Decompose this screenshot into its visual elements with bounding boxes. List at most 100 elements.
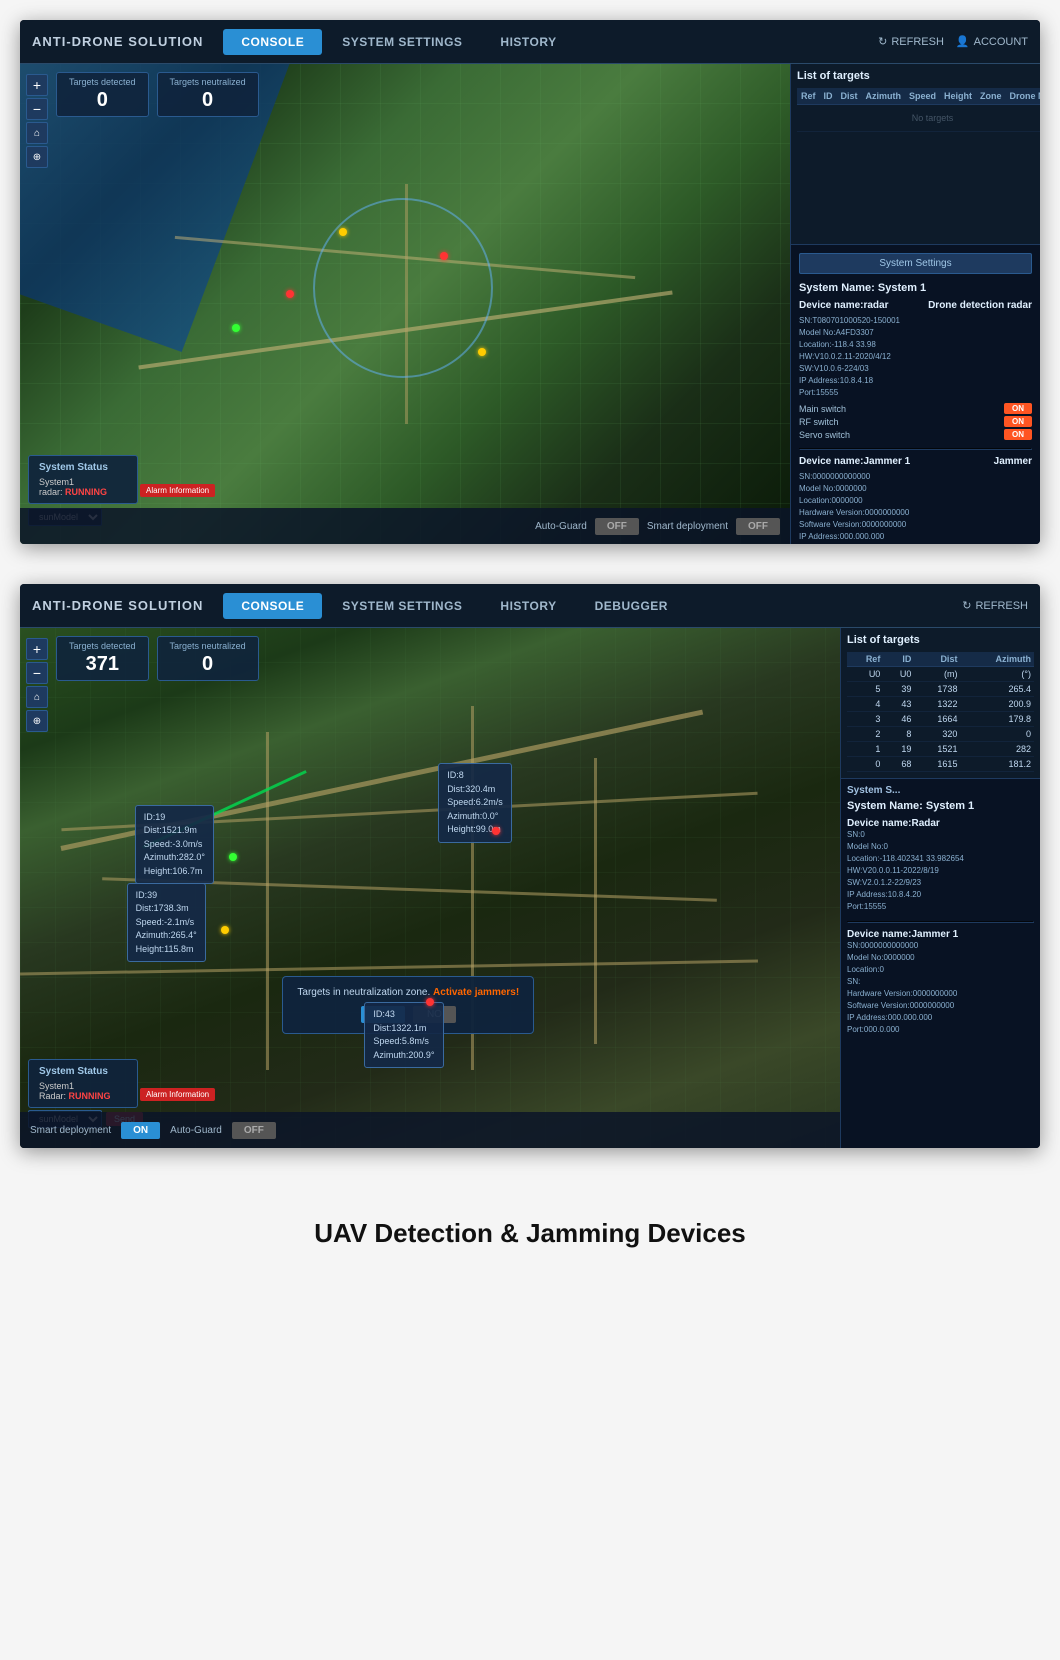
targets-detected-value-1: 0 xyxy=(97,89,108,111)
refresh-button-1[interactable]: ↻ REFRESH xyxy=(878,35,944,48)
targets-detected-box-1: Targets detected 0 xyxy=(56,72,149,117)
table-row: 283200 xyxy=(847,727,1034,742)
refresh-button-2[interactable]: ↻ REFRESH xyxy=(962,599,1028,612)
map-bottom-bar-1: Auto-Guard OFF Smart deployment OFF xyxy=(20,508,790,544)
map-compass-button-1[interactable]: ⊕ xyxy=(26,146,48,168)
table-row: 3461664179.8 xyxy=(847,712,1034,727)
tab-system-settings-1[interactable]: SYSTEM SETTINGS xyxy=(324,29,480,55)
smart-deployment-toggle-2[interactable]: ON xyxy=(121,1122,160,1139)
map-marker-green-1 xyxy=(232,324,240,332)
drone-marker-2 xyxy=(492,827,500,835)
tab-console-1[interactable]: CONSOLE xyxy=(223,29,322,55)
drone-dist-1: Dist:1521.9m xyxy=(144,824,205,838)
col-height-1: Height xyxy=(940,88,976,105)
drone-azimuth-1: Azimuth:282.0° xyxy=(144,851,205,865)
device-section-1a: Device name:radar Drone detection radar … xyxy=(799,300,1032,440)
zoom-in-button-1[interactable]: + xyxy=(26,74,48,96)
col-speed-1: Speed xyxy=(905,88,940,105)
radar-running-2: RUNNING xyxy=(69,1091,111,1101)
switch-label-1a-1: Main switch xyxy=(799,404,846,414)
map-road-2d xyxy=(266,732,269,1070)
refresh-icon-1: ↻ xyxy=(878,35,887,48)
device-info-1a: SN:T080701000520-150001 Model No:A4FD330… xyxy=(799,315,1032,399)
alarm-info-button-2[interactable]: Alarm Information xyxy=(140,1088,215,1101)
settings-panel-1: System Settings System Name: System 1 De… xyxy=(791,244,1040,544)
right-panel-2: List of targets Ref ID Dist Azimuth U0U0… xyxy=(840,628,1040,1148)
tab-history-2[interactable]: HISTORY xyxy=(482,593,574,619)
targets-detected-label-2: Targets detected xyxy=(69,641,136,651)
auto-guard-toggle-1[interactable]: OFF xyxy=(595,518,639,535)
zoom-out-button-1[interactable]: − xyxy=(26,98,48,120)
map-area-1: + − ⌂ ⊕ Targets detected 0 Targets neutr… xyxy=(20,64,790,544)
drone-id-2: ID:8 xyxy=(447,769,503,783)
account-icon-1: 👤 xyxy=(956,35,970,48)
main-content-1: + − ⌂ ⊕ Targets detected 0 Targets neutr… xyxy=(20,64,1040,544)
page-main-title: UAV Detection & Jamming Devices xyxy=(40,1218,1020,1249)
system-s-label: System S... xyxy=(847,785,1034,796)
drone-azimuth-3: Azimuth:265.4° xyxy=(136,929,197,943)
drone-id-1: ID:19 xyxy=(144,811,205,825)
device-header-1a: Device name:radar Drone detection radar xyxy=(799,300,1032,311)
table-row: 5391738265.4 xyxy=(847,682,1034,697)
map-home-button-2[interactable]: ⌂ xyxy=(26,686,48,708)
switch-btn-1a-1[interactable]: ON xyxy=(1004,403,1032,414)
targets-detected-value-2: 371 xyxy=(86,653,119,675)
auto-guard-label-2: Auto-Guard xyxy=(170,1125,222,1136)
table-row: 4431322200.9 xyxy=(847,697,1034,712)
switch-row-1a-1: Main switch ON xyxy=(799,403,1032,414)
col2-dist: Dist xyxy=(914,652,960,667)
drone-id-3: ID:39 xyxy=(136,889,197,903)
app-title-1: ANTI-DRONE SOLUTION xyxy=(32,34,203,49)
alert-action-label-2: Activate jammers! xyxy=(433,987,519,998)
drone-tooltip-2: ID:8 Dist:320.4m Speed:6.2m/s Azimuth:0.… xyxy=(438,763,512,843)
drone-marker-3 xyxy=(221,926,229,934)
map-road-1c xyxy=(405,184,408,424)
drone-tooltip-4: ID:43 Dist:1322.1m Speed:5.8m/s Azimuth:… xyxy=(364,1002,443,1068)
map-controls-2: + − ⌂ ⊕ xyxy=(26,638,48,732)
smart-deployment-toggle-1[interactable]: OFF xyxy=(736,518,780,535)
zoom-out-button-2[interactable]: − xyxy=(26,662,48,684)
targets-list-title-2: List of targets xyxy=(847,634,1034,646)
system-name-1: System1 xyxy=(39,477,127,487)
auto-guard-toggle-2[interactable]: OFF xyxy=(232,1122,276,1139)
map-bottom-bar-2: Smart deployment ON Auto-Guard OFF xyxy=(20,1112,840,1148)
table-row: No targets xyxy=(797,105,1040,132)
drone-dist-4: Dist:1322.1m xyxy=(373,1022,434,1036)
settings-button-1[interactable]: System Settings xyxy=(799,253,1032,274)
nav-tabs-1: CONSOLE SYSTEM SETTINGS HISTORY xyxy=(223,29,878,55)
drone-dist-2: Dist:320.4m xyxy=(447,783,503,797)
map-bg-2: + − ⌂ ⊕ Targets detected 371 Targets neu… xyxy=(20,628,840,1148)
system-status-title-1: System Status xyxy=(39,462,127,473)
switch-btn-1a-2[interactable]: ON xyxy=(1004,416,1032,427)
tab-history-1[interactable]: HISTORY xyxy=(482,29,574,55)
targets-neutralized-label-2: Targets neutralized xyxy=(170,641,246,651)
targets-list-title-1: List of targets xyxy=(797,70,1034,82)
targets-list-section-1: List of targets Ref ID Dist Azimuth Spee… xyxy=(791,64,1040,244)
nav-bar-2: ANTI-DRONE SOLUTION CONSOLE SYSTEM SETTI… xyxy=(20,584,1040,628)
tab-debugger-2[interactable]: DEBUGGER xyxy=(577,593,686,619)
zoom-in-button-2[interactable]: + xyxy=(26,638,48,660)
alarm-info-button-1[interactable]: Alarm Information xyxy=(140,484,215,497)
switch-btn-1a-3[interactable]: ON xyxy=(1004,429,1032,440)
tab-system-settings-2[interactable]: SYSTEM SETTINGS xyxy=(324,593,480,619)
nav-bar-1: ANTI-DRONE SOLUTION CONSOLE SYSTEM SETTI… xyxy=(20,20,1040,64)
tab-console-2[interactable]: CONSOLE xyxy=(223,593,322,619)
col-model-1: Drone Model xyxy=(1006,88,1040,105)
radar-running-1: RUNNING xyxy=(65,487,107,497)
map-compass-button-2[interactable]: ⊕ xyxy=(26,710,48,732)
targets-detected-box-2: Targets detected 371 xyxy=(56,636,149,681)
targets-table-1: Ref ID Dist Azimuth Speed Height Zone Dr… xyxy=(797,88,1040,132)
device-name-2a: Device name:Radar xyxy=(847,818,1034,829)
map-controls-1: + − ⌂ ⊕ xyxy=(26,74,48,168)
device-name-1b: Device name:Jammer 1 xyxy=(799,456,910,467)
device-info-2b: SN:0000000000000 Model No:0000000 Locati… xyxy=(847,940,1034,1036)
map-road-2f xyxy=(594,758,597,1044)
alert-message-2: Targets in neutralization zone. Activate… xyxy=(297,987,519,998)
drone-tooltip-3: ID:39 Dist:1738.3m Speed:-2.1m/s Azimuth… xyxy=(127,883,206,963)
map-home-button-1[interactable]: ⌂ xyxy=(26,122,48,144)
device-name-1a: Device name:radar xyxy=(799,300,889,311)
account-button-1[interactable]: 👤 ACCOUNT xyxy=(956,35,1028,48)
targets-neutralized-box-1: Targets neutralized 0 xyxy=(157,72,259,117)
system-status-box-2: System Status System1 Radar: RUNNING xyxy=(28,1059,138,1108)
col2-id: ID xyxy=(883,652,914,667)
